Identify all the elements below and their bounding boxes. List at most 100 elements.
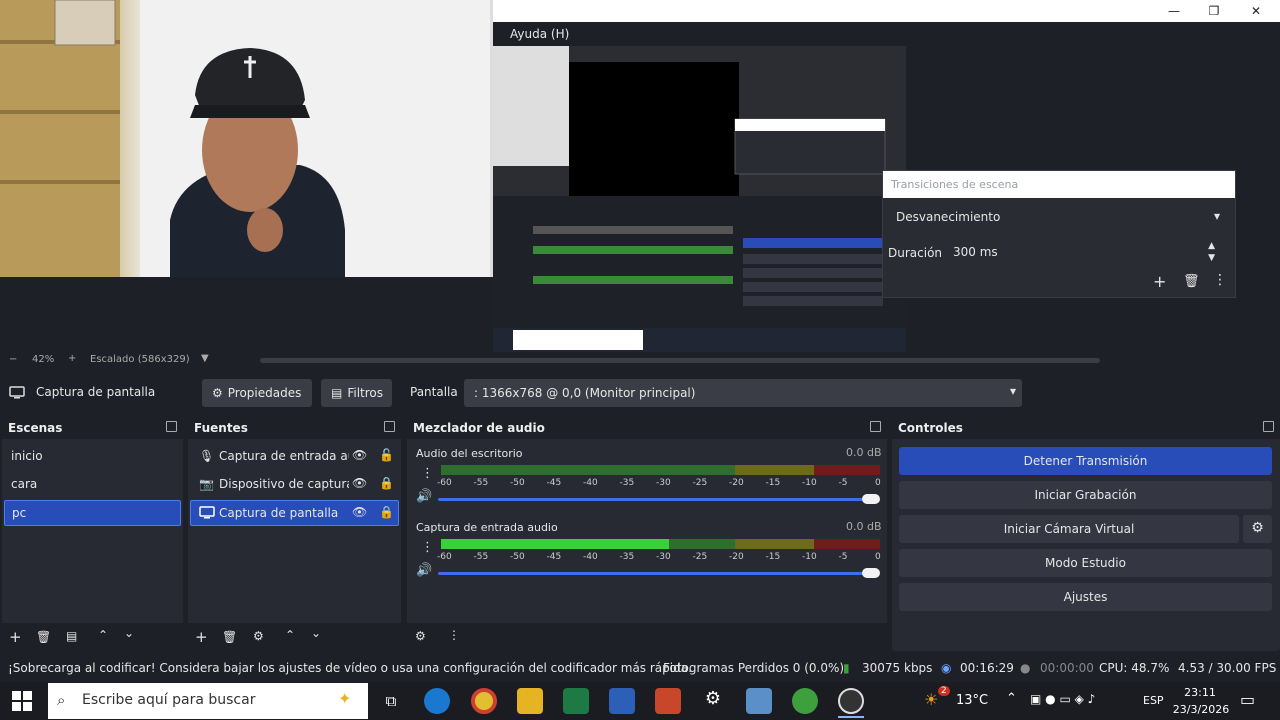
more-options-icon[interactable]: ⋮ [421,540,434,555]
scenes-footer: + 🗑 ▤ ⌃ ⌄ [2,623,183,651]
close-icon[interactable]: ✕ [1235,0,1277,22]
input-language[interactable]: ESP [1143,694,1164,707]
scene-transitions-panel: Transiciones de escena Desvanecimiento ▾… [882,170,1236,298]
volume-slider[interactable] [438,572,870,575]
record-icon: ● [1020,661,1031,675]
move-down-icon[interactable]: ⌄ [311,626,321,640]
tick-label: -10 [802,478,817,488]
filter-icon[interactable]: ▤ [66,629,77,643]
task-view-icon[interactable]: ⧉ [378,688,404,714]
meter-ticks: -60 -55 -50 -45 -40 -35 -30 -25 -20 -15 -10 -5 0 [437,478,882,490]
start-virtual-camera-button[interactable]: Iniciar Cámara Virtual [899,515,1239,543]
lock-icon[interactable]: 🔒 [379,476,394,490]
stream-time: 00:16:29 [960,661,1014,675]
virtual-camera-settings-gear-icon[interactable]: ⚙ [1243,515,1272,543]
scale-dropdown-icon[interactable]: ▼ [201,353,209,364]
audio-meter [441,539,880,549]
tick-label: -45 [546,552,562,562]
volume-slider-handle[interactable] [862,568,880,578]
source-item-selected[interactable]: Captura de pantalla 👁 🔒 [190,500,399,526]
sources-dock: Fuentes 🎙 Captura de entrada auc 👁 🔓 📷 D… [188,417,401,651]
studio-mode-button[interactable]: Modo Estudio [899,549,1272,577]
restore-icon[interactable]: ❐ [1193,0,1235,22]
source-item[interactable]: 📷 Dispositivo de captura 👁 🔒 [190,472,399,498]
chrome-icon[interactable] [471,688,497,714]
gear-icon[interactable]: ⚙ [253,629,264,643]
preview-scrollbar[interactable] [260,358,1100,363]
scene-item-pc[interactable]: pc [4,500,181,526]
zoom-out-icon[interactable]: − [9,354,17,365]
scene-item-cara[interactable]: cara [4,472,181,498]
screen-select[interactable]: : 1366x768 @ 0,0 (Monitor principal) ▾ [464,379,1022,407]
clock-time[interactable]: 23:11 [1176,686,1224,699]
scenes-dock: Escenas inicio cara pc + 🗑 ▤ ⌃ ⌄ [2,417,183,651]
volume-icon[interactable]: 🔊 [416,563,432,578]
float-dock-icon[interactable] [166,421,177,432]
duration-value: 300 ms [953,245,998,259]
eye-icon[interactable]: 👁 [352,448,367,462]
float-dock-icon[interactable] [1263,421,1274,432]
obs-icon[interactable] [838,688,864,714]
start-recording-button[interactable]: Iniciar Grabación [899,481,1272,509]
taskbar-search-box[interactable]: ⌕ Escribe aquí para buscar ✦ [48,683,368,719]
more-options-icon[interactable]: ⋮ [421,466,434,481]
more-options-icon[interactable]: ⋮ [448,628,460,642]
float-dock-icon[interactable] [870,421,881,432]
powerpoint-icon[interactable] [655,688,681,714]
zoom-in-icon[interactable]: + [68,353,76,364]
zoom-bar: − 42% + Escalado (586x329) ▼ [0,352,1280,370]
edge-icon[interactable] [424,688,450,714]
record-time: 00:00:00 [1040,661,1094,675]
unlocked-icon[interactable]: 🔓 [379,448,394,462]
float-dock-icon[interactable] [384,421,395,432]
settings-button[interactable]: Ajustes [899,583,1272,611]
meter-ticks: -60 -55 -50 -45 -40 -35 -30 -25 -20 -15 -10 -5 0 [437,552,882,564]
webcam-overlay [0,0,493,277]
lock-icon[interactable]: 🔒 [379,505,394,519]
volume-icon[interactable]: 🔊 [416,489,432,504]
torrent-icon[interactable] [792,688,818,714]
more-options-icon[interactable]: ⋮ [1213,272,1227,288]
duration-label: Duración [888,246,943,260]
windows-start-icon[interactable] [12,691,32,711]
duration-spinbox[interactable]: 300 ms ▲ ▼ [945,241,1225,265]
add-transition-icon[interactable]: + [1153,272,1166,291]
trash-icon[interactable]: 🗑 [36,630,51,644]
properties-button[interactable]: ⚙ Propiedades [202,379,312,407]
source-item[interactable]: 🎙 Captura de entrada auc 👁 🔓 [190,444,399,470]
advanced-audio-icon[interactable]: ⚙ [415,629,426,643]
tick-label: -10 [802,552,817,562]
settings-gear-icon[interactable]: ⚙ [700,688,726,714]
minimize-icon[interactable]: — [1153,0,1195,22]
stop-stream-button[interactable]: Detener Transmisión [899,447,1272,475]
volume-slider[interactable] [438,498,870,501]
word-icon[interactable] [609,688,635,714]
tray-icons[interactable]: ▣ ● ▭ ◈ ♪ [1030,692,1095,706]
transition-type-select[interactable]: Desvanecimiento ▾ [888,206,1228,230]
eye-icon[interactable]: 👁 [352,476,367,490]
trash-icon[interactable]: 🗑 [1183,274,1200,289]
add-source-icon[interactable]: + [195,628,208,646]
move-down-icon[interactable]: ⌄ [124,626,134,640]
temperature: 13°C [956,693,989,708]
computer-icon[interactable] [746,688,772,714]
eye-icon[interactable]: 👁 [352,505,367,519]
chevron-up-icon[interactable]: ⌃ [1006,691,1017,706]
trash-icon[interactable]: 🗑 [222,630,237,644]
notification-icon[interactable]: ▭ [1240,690,1255,709]
add-scene-icon[interactable]: + [9,628,22,646]
excel-icon[interactable] [563,688,589,714]
file-explorer-icon[interactable] [517,688,543,714]
transition-type-value: Desvanecimiento [896,210,1001,224]
encoder-warning: ¡Sobrecarga al codificar! Considera baja… [8,661,692,675]
gear-icon: ⚙ [212,386,223,400]
menu-help[interactable]: Ayuda (H) [510,27,569,41]
clock-date[interactable]: 23/3/2026 [1172,703,1230,716]
stream-icon: ◉ [941,661,952,675]
move-up-icon[interactable]: ⌃ [98,628,108,642]
move-up-icon[interactable]: ⌃ [285,628,295,642]
volume-slider-handle[interactable] [862,494,880,504]
stepper-arrows-icon[interactable]: ▲ ▼ [1208,240,1215,264]
filters-button[interactable]: ▤ Filtros [321,379,392,407]
scene-item-inicio[interactable]: inicio [4,444,181,470]
